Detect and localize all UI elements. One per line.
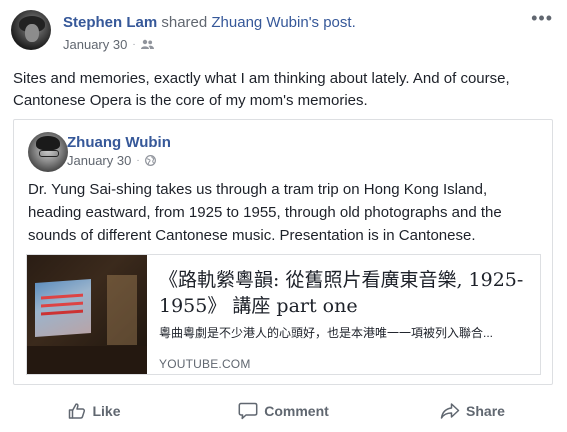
share-label: Share (466, 403, 505, 419)
like-button[interactable]: Like (0, 395, 189, 427)
meta-separator: · (136, 155, 140, 166)
like-label: Like (92, 403, 121, 419)
shared-post-meta: January 30 · (67, 153, 156, 168)
meta-separator: · (132, 39, 136, 50)
post-actions-bar: Like Comment Share (0, 395, 567, 427)
shared-post-card: Zhuang Wubin January 30 · Dr. Yung Sai-s… (13, 119, 553, 385)
video-thumbnail[interactable] (27, 255, 147, 374)
author-name[interactable]: Stephen Lam (63, 14, 157, 31)
more-options-icon[interactable]: ••• (531, 8, 553, 29)
thumbnail-screen-text (41, 293, 83, 300)
thumbnail-projection-screen (35, 279, 91, 337)
shared-post-text: Dr. Yung Sai-shing takes us through a tr… (28, 181, 502, 244)
link-preview-body: 《路軌縈粵韻: 從舊照片看廣東音樂, 1925-1955》 講座 part on… (147, 255, 540, 374)
post-meta: January 30 · (63, 37, 154, 52)
post-date[interactable]: January 30 (63, 37, 127, 52)
link-title[interactable]: 《路軌縈粵韻: 從舊照片看廣東音樂, 1925-1955》 講座 part on… (159, 267, 529, 319)
thumbs-up-icon (68, 402, 86, 420)
author-avatar[interactable] (11, 10, 51, 50)
link-preview-card[interactable]: 《路軌縈粵韻: 從舊照片看廣東音樂, 1925-1955》 講座 part on… (26, 254, 541, 375)
shared-author-avatar[interactable] (28, 132, 68, 172)
globe-icon[interactable] (144, 155, 156, 166)
share-button[interactable]: Share (378, 395, 567, 427)
original-author-link[interactable]: Zhuang Wubin (211, 14, 308, 31)
link-domain: YOUTUBE.COM (159, 357, 251, 371)
post-status-text: Sites and memories, exactly what I am th… (13, 70, 510, 109)
thumbnail-light (107, 275, 137, 345)
share-arrow-icon (440, 402, 460, 420)
avatar-hair (36, 136, 60, 150)
thumbnail-floor (27, 346, 147, 374)
comment-button[interactable]: Comment (189, 395, 378, 427)
shared-author-name[interactable]: Zhuang Wubin (67, 134, 171, 151)
link-description: 粵曲粵劇是不少港人的心頭好，也是本港唯一一項被列入聯合... (159, 326, 494, 340)
post-link[interactable]: 's post. (309, 14, 356, 31)
shared-text: shared (157, 14, 212, 31)
comment-bubble-icon (238, 402, 258, 420)
comment-label: Comment (264, 403, 329, 419)
post-header: Stephen Lam shared Zhuang Wubin's post. (63, 14, 356, 31)
avatar-face (25, 24, 39, 42)
friends-icon[interactable] (140, 39, 154, 50)
shared-post-date[interactable]: January 30 (67, 153, 131, 168)
avatar-glasses (39, 150, 59, 157)
feed-post: Stephen Lam shared Zhuang Wubin's post. … (0, 0, 567, 432)
